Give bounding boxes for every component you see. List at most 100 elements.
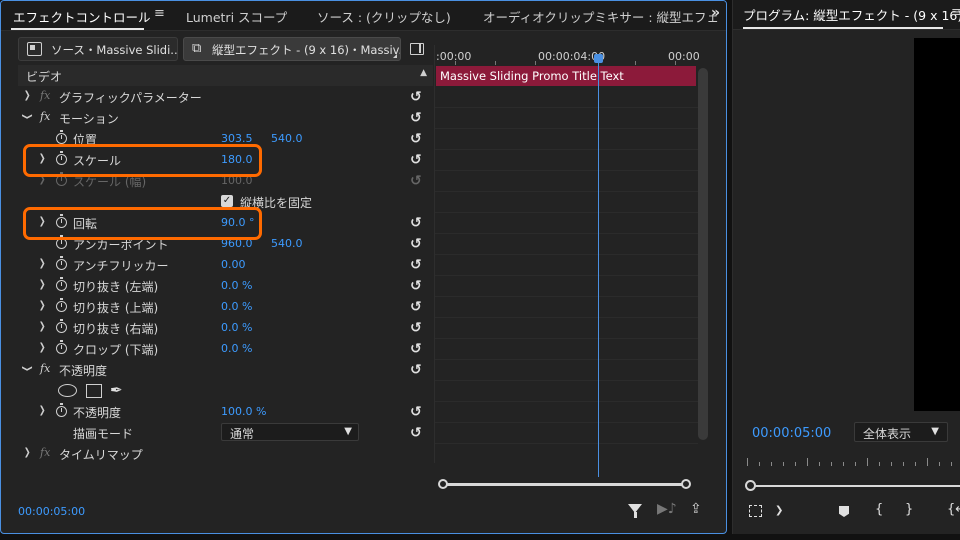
tab-audio-clip-mixer[interactable]: オーディオクリップミキサー : 縦型エフェ [483,7,719,26]
expand-chevron-icon[interactable]: ❯ [39,342,46,353]
mark-in-icon[interactable]: { [875,502,883,517]
stopwatch-icon[interactable] [56,340,67,354]
blend-mode-dropdown[interactable]: 通常 ▼ [221,423,359,441]
video-section-header[interactable]: ビデオ ▲ [18,65,433,86]
effect-timeline[interactable]: :00:00 00:00:04:00 00:00 Massive Sliding… [434,45,700,477]
reset-icon[interactable]: ↺ [410,320,422,336]
timeline-zoom-scrollbar[interactable] [438,479,691,489]
graphic-params-row[interactable]: ❯ fx グラフィックパラメーター ↺ [18,86,433,107]
motion-row[interactable]: ❯ fx モーション ↺ [18,107,433,128]
program-scrollbar[interactable] [745,480,960,492]
panel-menu-icon[interactable]: ≡ [951,5,960,20]
export-icon[interactable]: ⇪ [690,501,702,517]
reset-icon[interactable]: ↺ [410,404,422,420]
scroll-track[interactable] [751,485,960,487]
rectangle-mask-icon[interactable] [86,384,102,398]
zoom-level-dropdown[interactable]: 全体表示 ▼ [854,422,948,442]
crop-left-value[interactable]: 0.0 % [221,279,252,292]
program-tab-bar: プログラム: 縦型エフェクト - (9 x 16) ≡ [733,0,960,30]
program-timecode[interactable]: 00:00:05:00 [752,426,831,441]
timeline-toggle-icon[interactable] [410,43,424,55]
sequence-clip-button[interactable]: ⧉ 縦型エフェクト - (9 x 16)・Massiv... [183,37,401,61]
add-marker-icon[interactable] [839,506,849,517]
scroll-handle[interactable] [745,480,756,491]
stopwatch-icon[interactable] [56,403,67,417]
zoom-track[interactable] [444,483,686,486]
source-clip-button[interactable]: ソース・Massive Slidi... [18,37,178,61]
ruler-timecode-end: 00:00 [668,50,700,63]
go-to-in-icon[interactable]: {← [947,502,960,517]
crop-top-row: ❯ 切り抜き (上端) 0.0 % ↺ [18,296,433,317]
stopwatch-icon[interactable] [56,256,67,270]
row-line [435,254,698,255]
expand-chevron-icon[interactable]: ❯ [39,321,46,332]
reset-icon[interactable]: ↺ [410,425,422,441]
program-video-canvas[interactable] [914,38,960,411]
expand-chevron-icon[interactable]: ❯ [39,300,46,311]
more-tabs-icon[interactable]: » [711,5,720,21]
opacity-group-row[interactable]: ❯ fx 不透明度 ↺ [18,359,433,380]
reset-icon[interactable]: ↺ [410,362,422,378]
mark-out-icon[interactable]: } [905,502,913,517]
vertical-scrollbar[interactable] [698,68,708,440]
collapse-chevron-icon[interactable]: ❯ [22,365,33,372]
reset-icon[interactable]: ↺ [410,341,422,357]
fx-icon[interactable]: fx [40,362,50,375]
time-remap-row[interactable]: ❯ fx タイムリマップ [18,443,433,464]
expand-chevron-icon[interactable]: ❯ [24,90,31,101]
zoom-handle-right[interactable] [681,479,691,489]
reset-icon[interactable]: ↺ [410,110,422,126]
anti-flicker-value[interactable]: 0.00 [221,258,246,271]
fx-icon[interactable]: fx [40,89,50,102]
collapse-chevron-icon[interactable]: ❯ [22,113,33,120]
crop-right-value[interactable]: 0.0 % [221,321,252,334]
panel-menu-icon[interactable]: ≡ [154,6,165,21]
expand-chevron-icon[interactable]: ❯ [24,447,31,458]
tab-effect-controls[interactable]: エフェクトコントロール [13,7,151,26]
pen-mask-icon[interactable]: ✒ [110,381,123,399]
expand-chevron-icon[interactable]: ❯ [39,279,46,290]
timeline-ruler[interactable]: :00:00 00:00:04:00 00:00 [435,45,700,65]
ellipse-mask-icon[interactable] [58,384,77,397]
timeline-clip[interactable]: Massive Sliding Promo Title Text [436,66,696,86]
crop-top-value[interactable]: 0.0 % [221,300,252,313]
collapse-caret-icon[interactable]: ▲ [420,68,427,78]
stopwatch-icon[interactable] [56,130,67,144]
reset-icon[interactable]: ↺ [410,236,422,252]
opacity-value[interactable]: 100.0 % [221,405,266,418]
reset-icon[interactable]: ↺ [410,89,422,105]
row-line [435,107,698,108]
expand-chevron-icon[interactable]: ❯ [39,405,46,416]
filter-icon[interactable] [628,504,642,518]
stopwatch-icon[interactable] [56,298,67,312]
anchor-y-value[interactable]: 540.0 [271,237,303,250]
chevron-down-icon[interactable]: ❯ [775,505,783,516]
tab-program[interactable]: プログラム: 縦型エフェクト - (9 x 16) [743,5,960,24]
ruler-tick [771,462,772,466]
crop-bottom-value[interactable]: 0.0 % [221,342,252,355]
expand-chevron-icon[interactable]: ❯ [39,258,46,269]
uniform-scale-checkbox[interactable]: ✓ [221,195,233,207]
tab-lumetri-scopes[interactable]: Lumetri スコープ [186,7,287,26]
tab-source[interactable]: ソース : (クリップなし) [317,7,451,26]
reset-icon[interactable]: ↺ [410,257,422,273]
crop-left-row: ❯ 切り抜き (左端) 0.0 % ↺ [18,275,433,296]
ruler-tick [819,462,820,466]
reset-icon[interactable]: ↺ [410,131,422,147]
current-timecode[interactable]: 00:00:05:00 [18,505,85,518]
stopwatch-icon[interactable] [56,277,67,291]
active-tab-indicator [11,28,144,30]
audio-play-icon[interactable]: ▶♪ [657,501,677,517]
safe-margins-icon[interactable] [749,505,762,517]
reset-icon[interactable]: ↺ [410,152,422,168]
reset-icon[interactable]: ↺ [410,215,422,231]
reset-icon[interactable]: ↺ [410,299,422,315]
program-time-ruler[interactable] [745,454,960,466]
playhead-line[interactable] [598,59,599,477]
fx-icon[interactable]: fx [40,446,50,459]
stopwatch-icon[interactable] [56,319,67,333]
fx-icon[interactable]: fx [40,110,50,123]
reset-icon[interactable]: ↺ [410,278,422,294]
zoom-handle-left[interactable] [438,479,448,489]
position-y-value[interactable]: 540.0 [271,132,303,145]
